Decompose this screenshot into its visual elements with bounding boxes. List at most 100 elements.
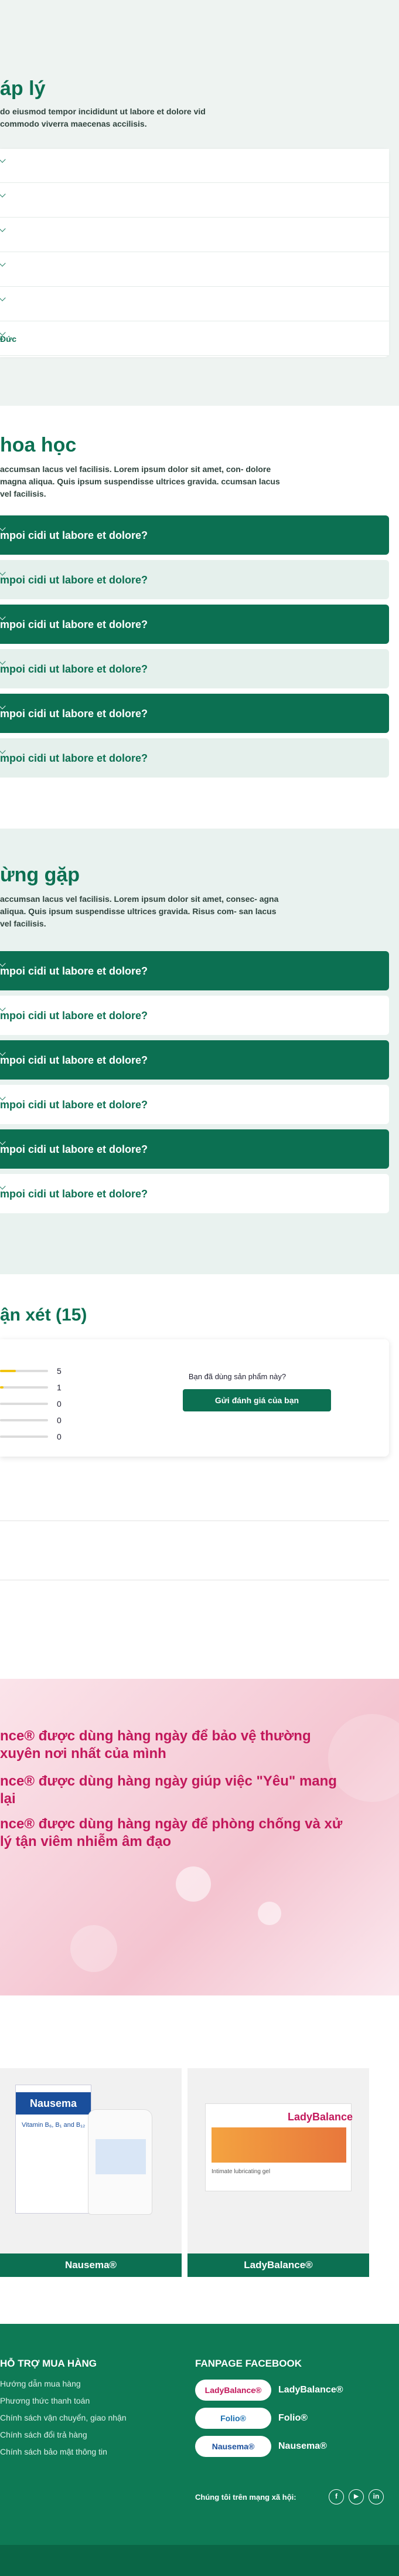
science-question: mpoi cidi ut labore et dolore? bbox=[0, 708, 148, 719]
banner-line-1: nce® được dùng hàng ngày để bảo vệ thườn… bbox=[0, 1728, 311, 1762]
write-review-button[interactable]: Gửi đánh giá của bạn bbox=[183, 1389, 331, 1411]
chevron-down-icon bbox=[0, 191, 6, 198]
rating-bar bbox=[0, 1403, 48, 1405]
legal-row[interactable] bbox=[0, 287, 389, 321]
science-question: mpoi cidi ut labore et dolore? bbox=[0, 752, 148, 764]
rating-count: 1 bbox=[57, 1383, 62, 1392]
legal-description: do eiusmod tempor incididunt ut labore e… bbox=[0, 107, 206, 128]
science-accordion-item[interactable]: mpoi cidi ut labore et dolore? bbox=[0, 694, 389, 733]
social-label: Chúng tôi trên mạng xã hội: bbox=[195, 2493, 296, 2502]
fanpage-name[interactable]: Nausema® bbox=[278, 2441, 327, 2452]
legal-list: Đức bbox=[0, 149, 389, 357]
science-accordion-item[interactable]: mpoi cidi ut labore et dolore? bbox=[0, 738, 389, 778]
support-link[interactable]: Chính sách vận chuyển, giao nhận bbox=[0, 2413, 127, 2422]
faq-question: mpoi cidi ut labore et dolore? bbox=[0, 1054, 148, 1066]
science-question: mpoi cidi ut labore et dolore? bbox=[0, 663, 148, 675]
promo-banner: nce® được dùng hàng ngày để bảo vệ thườn… bbox=[0, 1679, 399, 1995]
product-name[interactable]: Nausema® bbox=[0, 2253, 182, 2277]
rating-count: 0 bbox=[57, 1399, 62, 1409]
nausema-subtitle: Vitamin B₆, B₁ and B₁₂ bbox=[22, 2122, 86, 2129]
legal-row[interactable] bbox=[0, 218, 389, 252]
faq-question: mpoi cidi ut labore et dolore? bbox=[0, 1099, 148, 1111]
science-accordion-item[interactable]: mpoi cidi ut labore et dolore? bbox=[0, 649, 389, 688]
faq-accordion-item[interactable]: mpoi cidi ut labore et dolore? bbox=[0, 951, 389, 990]
review-question: Bạn đã dùng sản phẩm này? bbox=[188, 1372, 287, 1381]
rating-bar bbox=[0, 1370, 48, 1372]
rating-count: 0 bbox=[57, 1416, 62, 1425]
footer: HỖ TRỢ MUA HÀNG Hướng dẫn mua hàng Phương… bbox=[0, 2324, 399, 2576]
banner-line-2: nce® được dùng hàng ngày giúp việc "Yêu"… bbox=[0, 1773, 337, 1807]
science-question: mpoi cidi ut labore et dolore? bbox=[0, 574, 148, 586]
legal-section: áp lý do eiusmod tempor incididunt ut la… bbox=[0, 0, 399, 406]
support-link[interactable]: Hướng dẫn mua hàng bbox=[0, 2379, 81, 2388]
bokeh-decoration bbox=[176, 1866, 211, 1902]
chevron-down-icon bbox=[0, 225, 6, 232]
linkedin-icon[interactable]: in bbox=[369, 2489, 384, 2504]
support-link[interactable]: Phương thức thanh toán bbox=[0, 2396, 90, 2405]
science-accordion-item[interactable]: mpoi cidi ut labore et dolore? bbox=[0, 515, 389, 555]
nausema-brand: Nausema bbox=[16, 2092, 91, 2115]
chevron-down-icon bbox=[0, 294, 6, 301]
fanpage-logo-button[interactable]: Nausema® bbox=[195, 2436, 271, 2457]
banner-line-3: nce® được dùng hàng ngày để phòng chống … bbox=[0, 1816, 343, 1849]
support-link[interactable]: Chính sách đổi trả hàng bbox=[0, 2430, 87, 2439]
faq-question: mpoi cidi ut labore et dolore? bbox=[0, 965, 148, 977]
rating-count: 0 bbox=[57, 1432, 62, 1441]
rating-count: 5 bbox=[57, 1366, 62, 1376]
rating-bar-fill bbox=[0, 1370, 16, 1372]
science-section: hoa học accumsan lacus vel facilisis. Lo… bbox=[0, 406, 399, 829]
fanpage-logo-button[interactable]: Folio® bbox=[195, 2408, 271, 2429]
faq-title: ừng gặp bbox=[0, 864, 80, 886]
ladybalance-brand: LadyBalance bbox=[288, 2111, 353, 2123]
legal-row[interactable] bbox=[0, 149, 389, 183]
rating-bar bbox=[0, 1435, 48, 1438]
fanpage-title: FANPAGE FACEBOOK bbox=[195, 2358, 302, 2369]
nausema-box-image: Nausema Vitamin B₆, B₁ and B₁₂ bbox=[15, 2085, 91, 2214]
nausema-bottle-image bbox=[88, 2109, 152, 2215]
rating-bar bbox=[0, 1386, 48, 1389]
rating-bar bbox=[0, 1419, 48, 1421]
footer-bottom-bar bbox=[0, 2545, 399, 2576]
faq-question: mpoi cidi ut labore et dolore? bbox=[0, 1010, 148, 1021]
product-name[interactable]: LadyBalance® bbox=[187, 2253, 369, 2277]
fanpage-name[interactable]: Folio® bbox=[278, 2413, 308, 2424]
faq-description: accumsan lacus vel facilisis. Lorem ipsu… bbox=[0, 894, 279, 928]
chevron-down-icon bbox=[0, 260, 6, 267]
products-section: Nausema Vitamin B₆, B₁ and B₁₂ Nausema® … bbox=[0, 1995, 399, 2324]
chevron-down-icon bbox=[0, 156, 6, 163]
fanpage-logo-button[interactable]: LadyBalance® bbox=[195, 2380, 271, 2401]
faq-accordion-item[interactable]: mpoi cidi ut labore et dolore? bbox=[0, 1040, 389, 1080]
support-link[interactable]: Chính sách bảo mật thông tin bbox=[0, 2447, 107, 2456]
rating-summary: 5 1 0 0 0 Bạn đã dùng sản phẩm này? Gửi đánh… bbox=[0, 1339, 389, 1457]
faq-accordion-item[interactable]: mpoi cidi ut labore et dolore? bbox=[0, 1174, 389, 1213]
support-title: HỖ TRỢ MUA HÀNG bbox=[0, 2358, 97, 2369]
science-question: mpoi cidi ut labore et dolore? bbox=[0, 530, 148, 541]
faq-accordion-item[interactable]: mpoi cidi ut labore et dolore? bbox=[0, 996, 389, 1035]
faq-accordion-item[interactable]: mpoi cidi ut labore et dolore? bbox=[0, 1085, 389, 1124]
rating-bar-fill bbox=[0, 1386, 4, 1389]
facebook-icon[interactable]: f bbox=[329, 2489, 344, 2504]
ladybalance-box-image: LadyBalance Intimate lubricating gel bbox=[205, 2103, 353, 2191]
bokeh-decoration bbox=[70, 1925, 117, 1972]
bokeh-decoration bbox=[258, 1902, 281, 1925]
legal-row[interactable]: Đức bbox=[0, 322, 389, 356]
youtube-icon[interactable]: ▶ bbox=[349, 2489, 364, 2504]
ladybalance-subtitle: Intimate lubricating gel bbox=[212, 2168, 271, 2175]
legal-row[interactable] bbox=[0, 184, 389, 218]
science-accordion-item[interactable]: mpoi cidi ut labore et dolore? bbox=[0, 560, 389, 599]
science-question: mpoi cidi ut labore et dolore? bbox=[0, 619, 148, 630]
faq-section: ừng gặp accumsan lacus vel facilisis. Lo… bbox=[0, 829, 399, 1274]
faq-accordion-item[interactable]: mpoi cidi ut labore et dolore? bbox=[0, 1129, 389, 1169]
reviews-title: ận xét (15) bbox=[0, 1305, 87, 1325]
product-card-nausema[interactable]: Nausema Vitamin B₆, B₁ and B₁₂ Nausema® bbox=[0, 2068, 182, 2277]
faq-question: mpoi cidi ut labore et dolore? bbox=[0, 1143, 148, 1155]
science-description: accumsan lacus vel facilisis. Lorem ipsu… bbox=[0, 464, 280, 498]
product-card-ladybalance[interactable]: LadyBalance Intimate lubricating gel Lad… bbox=[187, 2068, 369, 2277]
science-accordion-item[interactable]: mpoi cidi ut labore et dolore? bbox=[0, 605, 389, 644]
science-title: hoa học bbox=[0, 434, 77, 456]
fanpage-name[interactable]: LadyBalance® bbox=[278, 2385, 343, 2395]
legal-row[interactable] bbox=[0, 253, 389, 287]
reviews-section: ận xét (15) 5 1 0 0 0 Bạn đã dùng sản phẩm n… bbox=[0, 1274, 399, 1679]
legal-title: áp lý bbox=[0, 77, 46, 100]
faq-question: mpoi cidi ut labore et dolore? bbox=[0, 1188, 148, 1200]
